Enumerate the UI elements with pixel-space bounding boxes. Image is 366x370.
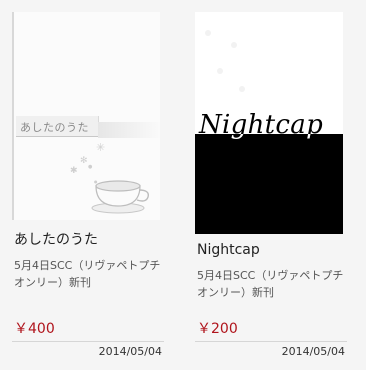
divider: [12, 341, 164, 342]
product-date: 2014/05/04: [98, 345, 162, 358]
product-date: 2014/05/04: [281, 345, 345, 358]
product-card: あしたのうた ✳ ✻ ✱ ● ● あしたのうた 5月4日SCC（リヴァペトプチオ…: [12, 0, 164, 370]
product-price: ￥400: [14, 321, 55, 337]
cover-title: Nightcap: [199, 110, 324, 134]
cover-title-shadow: [98, 122, 160, 138]
cover-title: あしたのうた: [20, 121, 89, 134]
sparkle-icon: ✱: [70, 166, 78, 176]
product-name[interactable]: あしたのうた: [14, 229, 98, 249]
product-cover-image[interactable]: あしたのうた ✳ ✻ ✱ ● ●: [12, 12, 160, 220]
sparkle-icon: ✻: [80, 156, 88, 166]
divider: [195, 341, 347, 342]
teacup-illustration: [91, 180, 149, 214]
product-card: Nightcap Nightcap Nightcap 5月4日SCC（リヴァペト…: [195, 0, 347, 370]
cover-title-inverse: Nightcap: [199, 134, 323, 140]
cover-title-bottom: Nightcap: [195, 134, 343, 234]
cover-title-box: あしたのうた: [16, 116, 99, 137]
sparkle-icon: ✳: [96, 141, 106, 154]
product-cover-image[interactable]: Nightcap Nightcap: [195, 12, 343, 234]
product-name[interactable]: Nightcap: [197, 242, 260, 258]
product-grid: あしたのうた ✳ ✻ ✱ ● ● あしたのうた 5月4日SCC（リヴァペトプチオ…: [0, 0, 366, 370]
product-description: 5月4日SCC（リヴァペトプチオンリー）新刊: [14, 259, 161, 289]
product-price: ￥200: [197, 321, 238, 337]
cover-title-top: Nightcap: [195, 12, 343, 134]
product-description: 5月4日SCC（リヴァペトプチオンリー）新刊: [197, 269, 344, 299]
